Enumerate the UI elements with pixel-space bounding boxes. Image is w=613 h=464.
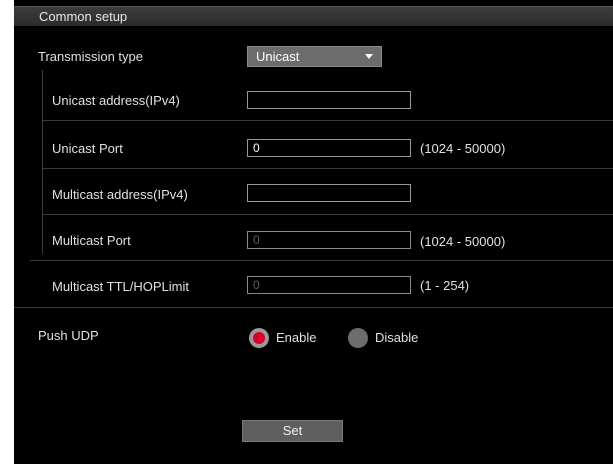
unicast-port-input[interactable]: [247, 139, 411, 157]
multicast-address-label: Multicast address(IPv4): [52, 187, 188, 202]
row-separator: [43, 168, 613, 169]
multicast-ttl-input[interactable]: [247, 276, 411, 294]
section-header: Common setup: [14, 6, 613, 26]
multicast-port-range: (1024 - 50000): [420, 234, 506, 249]
push-udp-disable-label[interactable]: Disable: [375, 330, 418, 345]
unicast-address-input[interactable]: [247, 91, 411, 109]
group-divider: [42, 70, 43, 254]
multicast-port-label: Multicast Port: [52, 233, 131, 248]
multicast-address-input[interactable]: [247, 184, 411, 202]
push-udp-enable-radio[interactable]: [249, 328, 269, 348]
row-separator: [43, 120, 613, 121]
section-title: Common setup: [39, 9, 128, 24]
multicast-ttl-range: (1 - 254): [420, 278, 470, 293]
section-separator: [14, 307, 613, 308]
unicast-port-label: Unicast Port: [52, 141, 123, 156]
transmission-type-select[interactable]: Unicast: [247, 46, 382, 67]
unicast-port-range: (1024 - 50000): [420, 141, 506, 156]
push-udp-enable-label[interactable]: Enable: [276, 330, 316, 345]
row-separator: [30, 260, 613, 261]
transmission-type-value: Unicast: [256, 49, 300, 64]
chevron-down-icon: [365, 54, 373, 59]
push-udp-disable-radio[interactable]: [348, 328, 368, 348]
push-udp-label: Push UDP: [38, 328, 99, 343]
multicast-ttl-label: Multicast TTL/HOPLimit: [52, 279, 190, 294]
row-separator: [43, 214, 613, 215]
set-button[interactable]: Set: [242, 420, 343, 442]
unicast-address-label: Unicast address(IPv4): [52, 93, 180, 108]
multicast-port-input[interactable]: [247, 231, 411, 249]
transmission-type-label: Transmission type: [38, 49, 143, 64]
